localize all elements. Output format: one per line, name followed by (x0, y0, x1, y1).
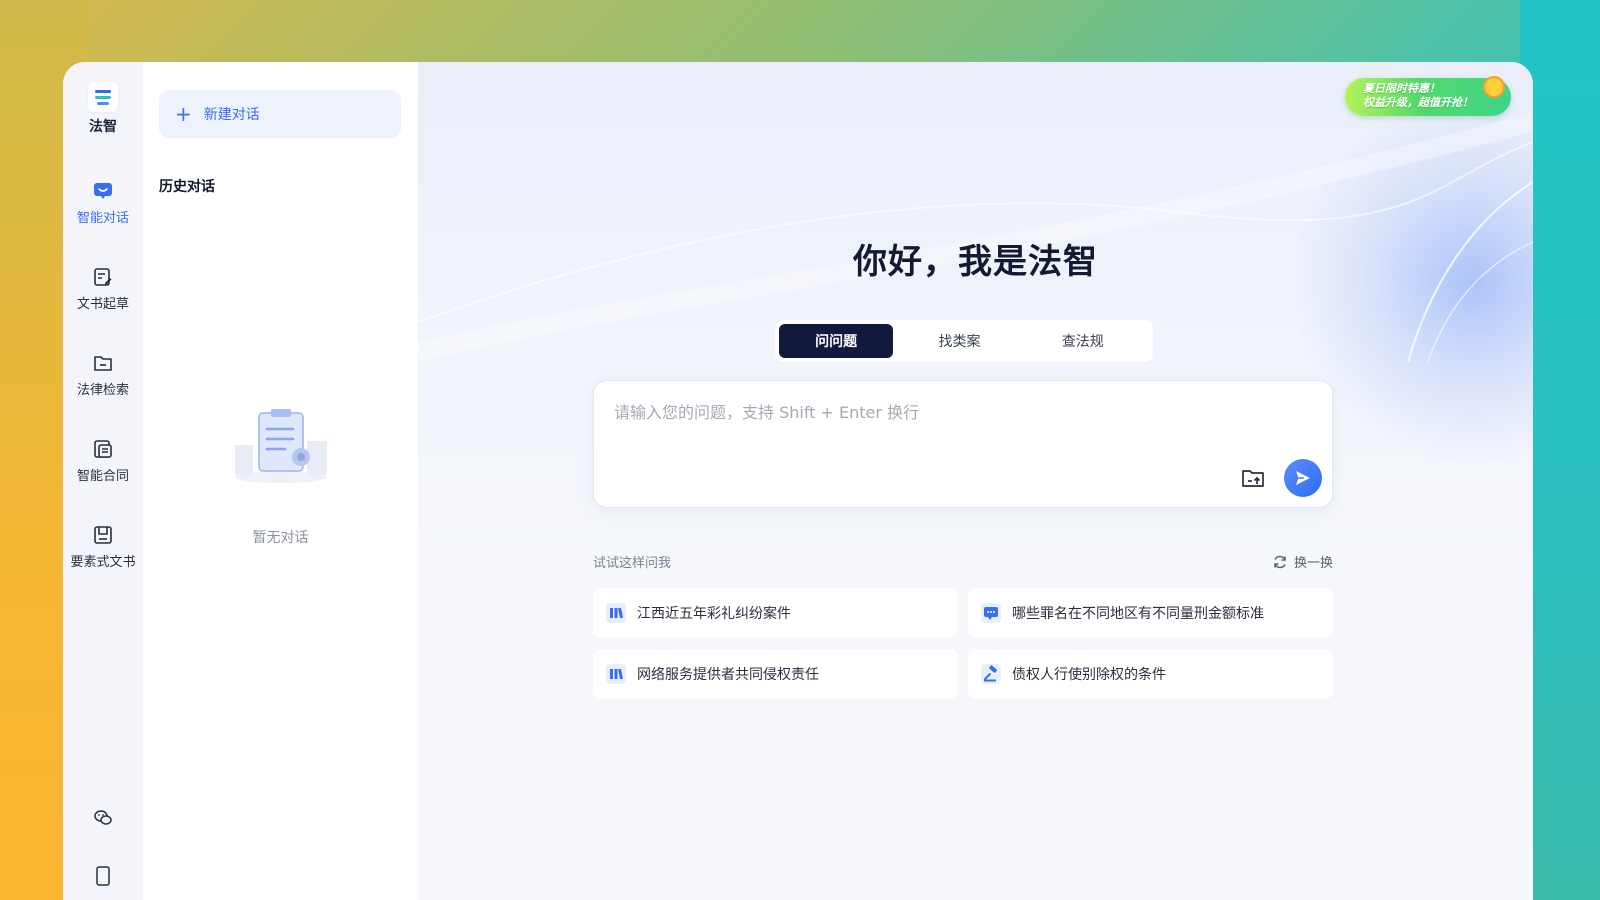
suggestion-text: 哪些罪名在不同地区有不同量刑金额标准 (1012, 606, 1264, 622)
mobile-phone-icon[interactable] (63, 866, 143, 886)
brand-logo[interactable]: 法智 (88, 82, 118, 136)
new-chat-button[interactable]: + 新建对话 (159, 90, 401, 138)
tab-ask-question[interactable]: 问问题 (779, 324, 894, 358)
rail-item-label: 法律检索 (76, 383, 129, 398)
form-document-icon (92, 524, 114, 546)
suggestions-header: 试试这样问我 换一换 (593, 552, 1333, 571)
empty-text: 暂无对话 (252, 530, 309, 546)
chat-dots-icon (980, 602, 1002, 624)
suggestion-text: 江西近五年彩礼纠纷案件 (637, 606, 791, 622)
new-chat-label: 新建对话 (203, 107, 260, 123)
mode-tabs: 问问题 找类案 查法规 (775, 320, 1153, 362)
question-input-box (593, 380, 1333, 508)
history-title: 历史对话 (159, 179, 215, 195)
rail-item-smart-contract[interactable]: 智能合同 (77, 438, 129, 484)
refresh-suggestions-button[interactable]: 换一换 (1272, 552, 1333, 571)
folder-upload-icon (1242, 470, 1264, 487)
suggestion-card[interactable]: 债权人行使别除权的条件 (968, 649, 1333, 699)
case-books-icon (605, 663, 627, 685)
logo-icon (88, 82, 118, 112)
chat-bubble-icon (92, 180, 114, 202)
rail-item-label: 智能合同 (76, 469, 129, 484)
main-area: 夏日限时特惠！ 权益升级，超值开抢！ 你好，我是法智 问问题 找类案 查法规 请… (418, 62, 1533, 900)
summer-promo-banner[interactable]: 夏日限时特惠！ 权益升级，超值开抢！ (1345, 76, 1511, 116)
brand-name: 法智 (89, 119, 117, 135)
history-panel: + 新建对话 历史对话 暂无对话 ‹ (143, 62, 440, 900)
nav-rail: 法智 智能对话 文书起草 法律检索 智能合同 要素式文书 (63, 62, 143, 900)
try-asking-label: 试试这样问我 (593, 556, 672, 571)
wechat-icon[interactable] (63, 808, 143, 828)
refresh-icon (1274, 555, 1286, 568)
suggestion-text: 债权人行使别除权的条件 (1012, 667, 1166, 683)
rail-item-label: 要素式文书 (70, 555, 136, 570)
rail-item-element-doc[interactable]: 要素式文书 (70, 524, 136, 570)
suggestion-cards: 江西近五年彩礼纠纷案件 哪些罪名在不同地区有不同量刑金额标准 网络服务提供者共同… (593, 588, 1333, 699)
question-input[interactable] (614, 399, 1304, 459)
send-button[interactable] (1284, 459, 1322, 497)
page-greeting: 你好，我是法智 (853, 242, 1098, 282)
gavel-icon (980, 663, 1002, 685)
suggestion-card[interactable]: 江西近五年彩礼纠纷案件 (593, 588, 958, 638)
send-arrow-icon (1296, 471, 1310, 485)
case-books-icon (605, 602, 627, 624)
rail-item-label: 智能对话 (76, 211, 129, 226)
empty-clipboard-illustration (231, 407, 331, 489)
rail-item-label: 文书起草 (76, 297, 129, 312)
document-edit-icon (92, 266, 114, 288)
folder-icon (92, 352, 114, 374)
contract-icon (92, 438, 114, 460)
promo-mascot-icon (1483, 76, 1505, 98)
rail-item-doc-drafting[interactable]: 文书起草 (77, 266, 129, 312)
plus-icon: + (175, 102, 192, 126)
empty-state: 暂无对话 (143, 407, 418, 547)
suggestion-card[interactable]: 哪些罪名在不同地区有不同量刑金额标准 (968, 588, 1333, 638)
rail-item-smart-chat[interactable]: 智能对话 (77, 180, 129, 226)
app-window: 法智 智能对话 文书起草 法律检索 智能合同 要素式文书 + 新建对话 历史对话… (63, 62, 1533, 900)
rail-item-legal-search[interactable]: 法律检索 (77, 352, 129, 398)
refresh-label: 换一换 (1293, 556, 1333, 571)
tab-find-cases[interactable]: 找类案 (902, 324, 1016, 358)
promo-line-2: 权益升级，超值开抢！ (1363, 96, 1473, 109)
suggestion-card[interactable]: 网络服务提供者共同侵权责任 (593, 649, 958, 699)
tab-search-regulations[interactable]: 查法规 (1026, 324, 1140, 358)
suggestion-text: 网络服务提供者共同侵权责任 (637, 667, 819, 683)
upload-file-button[interactable] (1240, 465, 1266, 491)
